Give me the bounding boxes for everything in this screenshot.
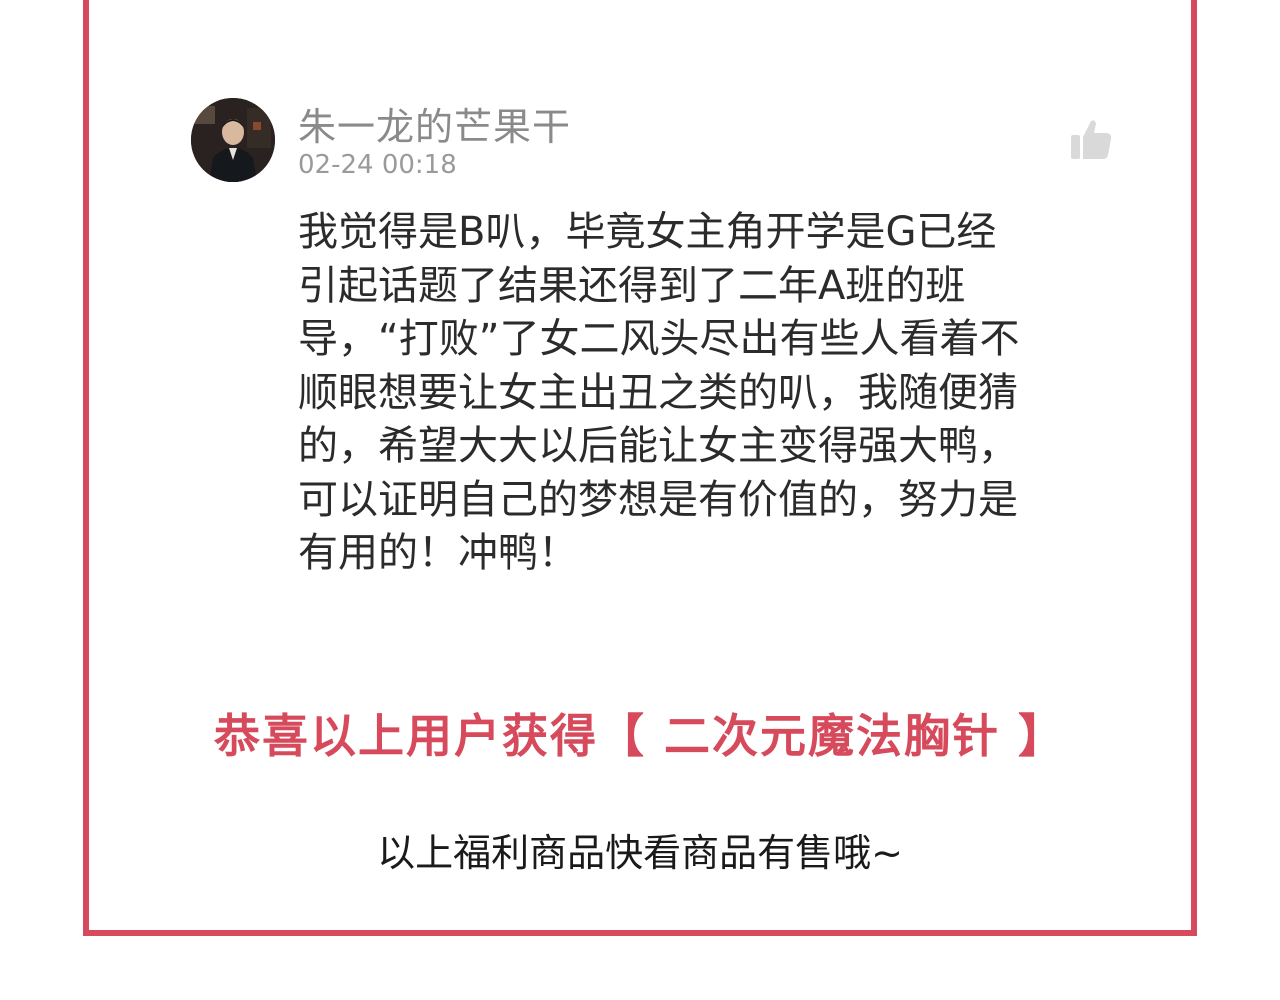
footnote-text: 以上福利商品快看商品有售哦~ bbox=[377, 831, 903, 875]
avatar[interactable] bbox=[191, 98, 275, 182]
comment-username[interactable]: 朱一龙的芒果干 bbox=[298, 96, 571, 151]
thumbs-up-icon[interactable] bbox=[1068, 116, 1114, 162]
winner-announcement: 恭喜以上用户获得【 二次元魔法胸针 】 bbox=[213, 709, 1067, 763]
comment-text: 我觉得是B叭，毕竟女主角开学是G已经 引起话题了结果还得到了二年A班的班 导，“… bbox=[298, 209, 1020, 576]
comment-timestamp: 02-24 00:18 bbox=[298, 150, 457, 180]
avatar-photo bbox=[191, 98, 275, 182]
